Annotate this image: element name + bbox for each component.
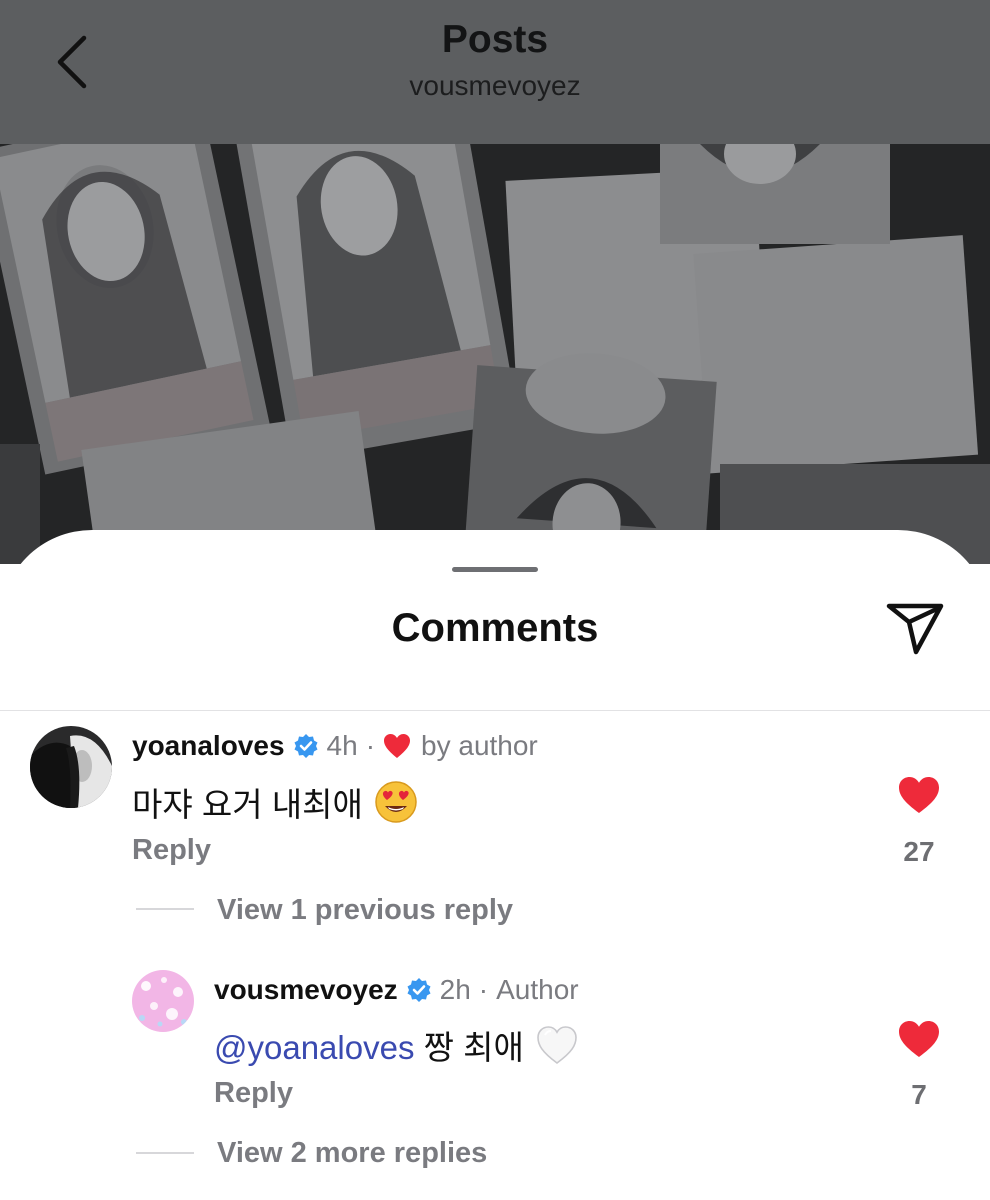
heart-icon (899, 777, 939, 813)
heart-icon (899, 1021, 939, 1057)
page-subtitle: vousmevoyez (409, 70, 581, 101)
heart-eyes-emoji-icon (374, 780, 418, 824)
like-button[interactable] (898, 776, 940, 814)
liked-by-author-label: by author (421, 730, 538, 761)
comment-text: 마쟈 요거 내최애 (132, 778, 418, 826)
like-count: 27 (903, 836, 935, 867)
avatar[interactable] (30, 726, 112, 808)
reply-body: 짱 최애 (414, 1029, 524, 1066)
view-previous-replies-button[interactable]: View 1 previous reply (217, 894, 513, 927)
page-title: Posts (441, 18, 549, 61)
mention-link[interactable]: @yoanaloves (214, 1029, 414, 1066)
post-image[interactable] (0, 144, 990, 564)
share-icon (886, 603, 944, 655)
thread-line (136, 1152, 194, 1154)
reply-meta: vousmevoyez 2h · Author (214, 974, 579, 1006)
reply-button[interactable]: Reply (132, 834, 211, 867)
post-photo-collage (0, 144, 990, 564)
comments-title: Comments (391, 606, 599, 650)
like-button[interactable] (898, 1020, 940, 1058)
verified-badge-icon (406, 977, 432, 1003)
reply-text: @yoanaloves 짱 최애 (214, 1021, 579, 1069)
reply-username[interactable]: vousmevoyez (214, 974, 398, 1006)
sheet-drag-handle[interactable] (452, 567, 538, 572)
avatar[interactable] (132, 970, 194, 1032)
top-header: Posts vousmevoyez (0, 0, 990, 144)
comment-meta: yoanaloves 4h · by author (132, 730, 538, 762)
like-count: 7 (911, 1079, 927, 1110)
reply-time: 2h (439, 974, 471, 1005)
reply-button[interactable]: Reply (214, 1077, 293, 1110)
meta-separator: · (478, 974, 489, 1005)
thread-line (136, 908, 194, 910)
heart-icon (383, 733, 411, 759)
comment-time: 4h (326, 730, 358, 761)
avatar-image (30, 726, 112, 808)
view-more-replies-button[interactable]: View 2 more replies (217, 1137, 487, 1170)
comment-username[interactable]: yoanaloves (132, 730, 285, 762)
meta-separator: · (365, 730, 376, 761)
share-button[interactable] (884, 600, 946, 658)
verified-badge-icon (293, 733, 319, 759)
author-label: Author (496, 974, 579, 1005)
divider (0, 710, 990, 711)
comment-body: 마쟈 요거 내최애 (132, 786, 363, 823)
comments-sheet: Comments yoanaloves 4h · by author 마쟈 요거… (0, 530, 990, 1200)
avatar-image (132, 970, 194, 1032)
white-heart-emoji-icon (535, 1023, 579, 1067)
